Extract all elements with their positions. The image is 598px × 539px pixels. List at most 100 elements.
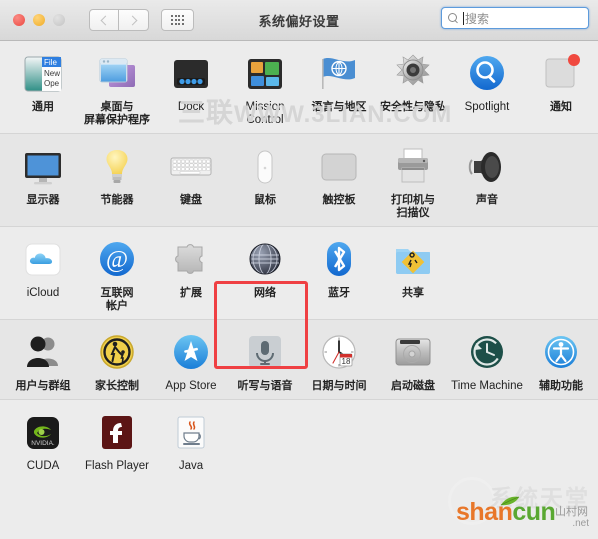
pref-pane-spotlight[interactable]: Spotlight	[450, 41, 524, 133]
watermark-brand: shancun	[456, 498, 556, 527]
watermark-brand-b: cun	[512, 498, 556, 526]
svg-text:@: @	[106, 247, 128, 273]
pref-pane-energy-saver[interactable]: 节能器	[80, 134, 154, 226]
pref-pane-sound[interactable]: 声音	[450, 134, 524, 226]
startup-disk-icon	[389, 329, 437, 377]
pref-pane-label: 通知	[550, 101, 572, 113]
pref-pane-label: 语言与地区	[311, 101, 367, 113]
time-machine-icon	[463, 329, 511, 377]
pref-pane-label: 日期与时间	[311, 380, 367, 392]
pref-pane-label: 蓝牙	[328, 287, 350, 299]
preference-pane-grid: 三联WWW.3LIAN.COM File New Ope 通用 桌面与 屏幕保护…	[0, 41, 598, 539]
watermark-bottom-sub: 山村网	[555, 506, 588, 518]
watermark-bottom: 系统天堂 shancun 山村网 .net	[442, 473, 592, 535]
pref-pane-label: 节能器	[100, 194, 134, 206]
pref-pane-date-time[interactable]: 18 日期与时间	[302, 320, 376, 399]
pref-pane-label: 声音	[476, 194, 498, 206]
search-icon	[448, 12, 459, 24]
pref-pane-label: 家长控制	[95, 380, 139, 392]
pref-pane-users-groups[interactable]: 用户与群组	[6, 320, 80, 399]
pref-pane-displays[interactable]: 显示器	[6, 134, 80, 226]
desktop-screensaver-icon	[93, 50, 141, 98]
pref-pane-label: 共享	[402, 287, 424, 299]
traffic-lights	[13, 14, 65, 26]
pref-pane-label: 桌面与 屏幕保护程序	[84, 101, 150, 126]
text-caret	[463, 11, 464, 25]
pref-pane-general[interactable]: File New Ope 通用	[6, 41, 80, 133]
svg-text:NVIDIA.: NVIDIA.	[31, 440, 55, 447]
pref-pane-label: Mission Control	[245, 101, 285, 126]
pref-pane-label: Java	[178, 460, 204, 472]
pref-pane-label: Flash Player	[85, 460, 149, 472]
parental-controls-icon	[93, 329, 141, 377]
spotlight-icon	[463, 50, 511, 98]
pref-pane-label: 扩展	[180, 287, 202, 299]
sound-icon	[463, 143, 511, 191]
printers-scanners-icon	[389, 143, 437, 191]
svg-text:18: 18	[342, 357, 351, 366]
pref-pane-security-privacy[interactable]: 安全性与隐私	[376, 41, 450, 133]
watermark-bottom-cn: 系统天堂	[490, 485, 590, 511]
pref-pane-label: Time Machine	[451, 380, 523, 392]
pref-pane-network[interactable]: 网络	[228, 227, 302, 319]
date-time-icon: 18	[315, 329, 363, 377]
pref-pane-startup-disk[interactable]: 启动磁盘	[376, 320, 450, 399]
pref-pane-language-region[interactable]: 语言与地区	[302, 41, 376, 133]
notifications-icon	[537, 50, 585, 98]
pref-pane-label: 用户与群组	[15, 380, 71, 392]
pref-pane-keyboard[interactable]: 键盘	[154, 134, 228, 226]
java-icon	[167, 409, 215, 457]
pref-pane-notifications[interactable]: 通知	[524, 41, 598, 133]
pref-pane-printers-scanners[interactable]: 打印机与 扫描仪	[376, 134, 450, 226]
pref-pane-java[interactable]: Java	[154, 400, 228, 479]
search-field[interactable]: 搜索	[441, 7, 589, 29]
system-preferences-window: 系统偏好设置 搜索 三联WWW.3LIAN.COM File New Ope 通…	[0, 0, 598, 539]
pref-pane-mouse[interactable]: 鼠标	[228, 134, 302, 226]
pref-pane-label: App Store	[165, 380, 217, 392]
pref-pane-dock[interactable]: Dock	[154, 41, 228, 133]
pref-pane-extensions[interactable]: 扩展	[154, 227, 228, 319]
pane-row-internet: iCloud @ 互联网 帐户 扩展 网络 蓝牙 共享	[0, 226, 598, 319]
pref-pane-time-machine[interactable]: Time Machine	[450, 320, 524, 399]
pref-pane-label: 安全性与隐私	[380, 101, 446, 113]
pref-pane-icloud[interactable]: iCloud	[6, 227, 80, 319]
pref-pane-cuda[interactable]: NVIDIA. CUDA	[6, 400, 80, 479]
pref-pane-label: iCloud	[26, 287, 60, 299]
minimize-button[interactable]	[33, 14, 45, 26]
watermark-ring	[448, 477, 496, 525]
chevron-right-icon	[127, 15, 138, 25]
chevron-left-icon	[100, 15, 110, 25]
svg-text:New: New	[44, 69, 60, 78]
pref-pane-flash-player[interactable]: Flash Player	[80, 400, 154, 479]
pref-pane-app-store[interactable]: App Store	[154, 320, 228, 399]
pref-pane-trackpad[interactable]: 触控板	[302, 134, 376, 226]
pref-pane-label: Dock	[177, 101, 205, 113]
close-button[interactable]	[13, 14, 25, 26]
forward-button[interactable]	[119, 9, 149, 31]
pref-pane-label: 启动磁盘	[391, 380, 435, 392]
pref-pane-bluetooth[interactable]: 蓝牙	[302, 227, 376, 319]
back-button[interactable]	[89, 9, 119, 31]
pref-pane-mission-control[interactable]: Mission Control	[228, 41, 302, 133]
dock-icon	[167, 50, 215, 98]
security-privacy-icon	[389, 50, 437, 98]
titlebar: 系统偏好设置 搜索	[0, 0, 598, 41]
sharing-icon	[389, 236, 437, 284]
dictation-speech-icon	[241, 329, 289, 377]
icloud-icon	[19, 236, 67, 284]
pref-pane-dictation-speech[interactable]: 听写与语音	[228, 320, 302, 399]
pref-pane-label: 听写与语音	[237, 380, 293, 392]
zoom-button	[53, 14, 65, 26]
pref-pane-accessibility[interactable]: 辅助功能	[524, 320, 598, 399]
svg-text:Ope: Ope	[44, 79, 60, 88]
pref-pane-desktop-screensaver[interactable]: 桌面与 屏幕保护程序	[80, 41, 154, 133]
mouse-icon	[241, 143, 289, 191]
pref-pane-parental-controls[interactable]: 家长控制	[80, 320, 154, 399]
svg-text:File: File	[44, 58, 57, 67]
pane-row-system: 用户与群组 家长控制 App Store 听写与语音 18 日期与时间 启动磁盘…	[0, 319, 598, 399]
show-all-button[interactable]	[161, 9, 194, 31]
pref-pane-label: 网络	[254, 287, 276, 299]
general-icon: File New Ope	[19, 50, 67, 98]
pref-pane-sharing[interactable]: 共享	[376, 227, 450, 319]
pref-pane-internet-accounts[interactable]: @ 互联网 帐户	[80, 227, 154, 319]
